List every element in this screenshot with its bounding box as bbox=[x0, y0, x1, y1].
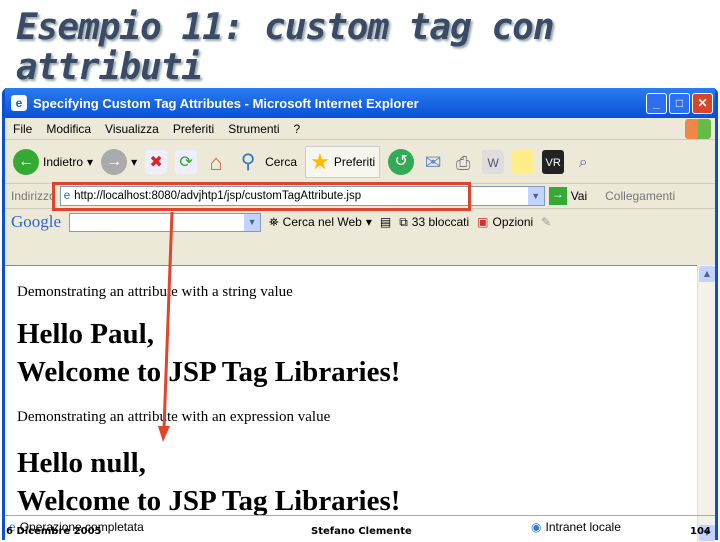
arrow-line bbox=[162, 211, 174, 429]
page-number: 104 bbox=[690, 526, 711, 537]
highlight-arrow bbox=[158, 211, 174, 442]
footer-author: Stefano Clemente bbox=[311, 526, 412, 537]
footer-date: 6 Dicembre 2005 bbox=[6, 526, 102, 537]
arrow-head bbox=[158, 426, 170, 442]
